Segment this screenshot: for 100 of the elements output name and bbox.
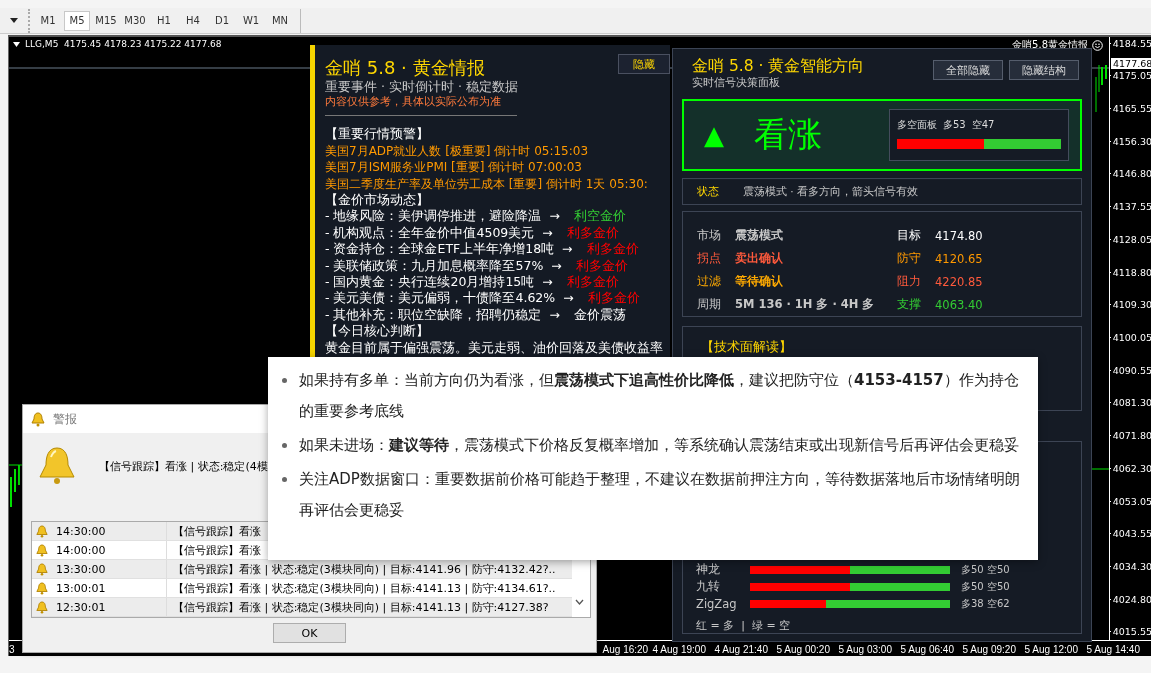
indicator-reading: 多50 空50	[961, 562, 1010, 577]
timeframe-button[interactable]: H1	[151, 10, 177, 31]
smiley-icon	[1092, 39, 1103, 51]
judgement-text: 黄金目前属于偏强震荡。美元走弱、油价回落及美债收益率	[325, 339, 664, 357]
impact-text: 金价震荡	[573, 306, 626, 324]
event-countdown: 美国7月ISM服务业PMI [重要] 倒计时 07:00:03	[325, 159, 583, 176]
panel-button[interactable]: 隐藏结构	[1009, 60, 1079, 80]
time-label: 5 Aug 12:00	[1024, 644, 1079, 655]
market-item: - 其他补充：职位空缺降，招聘仍稳定 →	[325, 306, 560, 324]
field-value: 卖出确认	[735, 251, 783, 266]
bell-icon	[36, 543, 48, 557]
level-label: 目标	[897, 228, 922, 243]
price-label: 4071.80	[1112, 430, 1151, 442]
alert-text: 【信号跟踪】看涨 | 状态:稳定(3模块同向) | 目标:4141.13 | 防守:4134.61?..	[172, 580, 556, 596]
advice-text: 如果未进场：建议等待，震荡模式下价格反复概率增加，等系统确认震荡结束或出现新信号后再评估会更稳妥	[299, 435, 1020, 456]
bell-icon	[36, 524, 48, 538]
bullet-icon	[282, 443, 287, 448]
alert-time: 13:00:01	[56, 581, 106, 595]
chart-symbol-header: LLG,M5 4175.45 4178.23 4175.22 4177.68	[25, 39, 222, 49]
alert-row[interactable]: 13:30:00 【信号跟踪】看涨 | 状态:稳定(3模块同向) | 目标:4141.96 | 防守:4132.42?..	[32, 560, 572, 579]
panel-subtitle: 实时信号决策面板	[692, 76, 781, 90]
level-label: 支撑	[897, 297, 922, 312]
impact-text: 利多金价	[566, 274, 619, 291]
impact-text: 利多金价	[586, 241, 639, 258]
alert-time: 12:30:01	[56, 600, 106, 614]
level-label: 防守	[897, 251, 922, 266]
signal-arrow: ▲	[704, 120, 725, 150]
bell-icon	[36, 600, 48, 614]
time-label: 5 Aug 14:40	[1086, 644, 1140, 655]
timeframe-button[interactable]: M15	[93, 10, 119, 31]
alert-message: 【信号跟踪】看涨 | 状态:稳定(4模	[99, 459, 268, 474]
alert-row[interactable]: 12:30:01 【信号跟踪】看涨 | 状态:稳定(3模块同向) | 目标:4141.13 | 防守:4127.38?	[32, 598, 572, 617]
market-item: - 美元美债：美元偏弱，十债降至4.62% →	[325, 290, 574, 307]
time-label: 5 Aug 03:00	[838, 644, 893, 655]
alert-time: 14:00:00	[56, 543, 106, 557]
timeframe-button[interactable]: W1	[238, 10, 264, 31]
ok-button[interactable]: OK	[273, 623, 346, 643]
market-item: - 资金持仓：全球金ETF上半年净增18吨 →	[325, 241, 573, 258]
timeframe-button[interactable]: M1	[35, 10, 61, 31]
indicator-name: 九转	[696, 579, 721, 594]
bell-icon	[31, 411, 45, 427]
market-item: - 美联储政策：九月加息概率降至57% →	[325, 257, 562, 275]
price-label: 4109.30	[1112, 299, 1151, 311]
panel-button[interactable]: 全部隐藏	[933, 60, 1003, 80]
field-value: 等待确认	[735, 274, 783, 289]
indicator-reading: 多38 空62	[961, 596, 1010, 611]
time-label: 4 Aug 19:00	[652, 644, 707, 655]
field-value: 5M 136 · 1H 多 · 4H 多	[735, 297, 875, 312]
status-label: 状态	[697, 184, 719, 199]
current-price-label: 4177.68	[1111, 58, 1151, 69]
event-countdown: 美国7月ADP就业人数 [极重要] 倒计时 05:15:03	[325, 142, 590, 160]
field-label: 市场	[697, 228, 722, 243]
section-heading: 【技术面解读】	[701, 339, 792, 354]
price-label: 4165.55	[1112, 102, 1151, 114]
timeframe-button[interactable]: H4	[180, 10, 206, 31]
hide-button[interactable]: 隐藏	[618, 54, 670, 74]
timeframe-button[interactable]: M30	[122, 10, 148, 31]
price-label: 4100.05	[1112, 331, 1151, 343]
impact-text: 利多金价	[575, 257, 628, 275]
price-label: 4118.80	[1112, 266, 1151, 278]
section-heading: 【金价市场动态】	[325, 192, 430, 209]
timeframe-button[interactable]: M5	[64, 10, 90, 31]
timeframe-button[interactable]: D1	[209, 10, 235, 31]
disclaimer-text: 内容仅供参考，具体以实际公布为准	[325, 95, 502, 109]
level-value: 4174.80	[935, 228, 983, 243]
price-label: 4062.30	[1112, 462, 1151, 474]
timeframe-button[interactable]: MN	[267, 10, 293, 31]
bell-icon	[36, 581, 48, 595]
time-label: 5 Aug 00:20	[776, 644, 831, 655]
long-share: 多53	[943, 118, 966, 132]
alert-time: 13:30:00	[56, 562, 106, 576]
bullet-icon	[282, 378, 287, 383]
panel-subtitle: 重要事件 · 实时倒计时 · 稳定数据	[325, 79, 519, 96]
price-label: 4034.30	[1112, 561, 1151, 572]
price-label: 4184.55	[1112, 37, 1151, 49]
alert-text: 【信号跟踪】看涨 | 状态:稳定(3模块同向) | 目标:4141.96 | 防守:4132.42?..	[172, 561, 556, 577]
alert-text: 【信号跟踪】看涨	[172, 542, 261, 558]
impact-text: 利多金价	[566, 224, 619, 242]
price-label: 4128.05	[1112, 233, 1151, 245]
indicator-name: ZigZag	[696, 596, 738, 611]
level-label: 阻力	[897, 274, 922, 289]
event-countdown: 美国二季度生产率及单位劳工成本 [重要] 倒计时 1天 05:30:	[325, 175, 649, 193]
signal-label: 看涨	[754, 113, 823, 156]
time-label: 5 Aug 06:40	[900, 644, 955, 655]
field-label: 过滤	[697, 274, 722, 289]
level-value: 4220.85	[935, 274, 983, 289]
alert-text: 【信号跟踪】看涨 | 状态:稳定(3模块同向) | 目标:4141.13 | 防守:4127.38?	[172, 599, 549, 615]
level-value: 4120.65	[935, 251, 983, 266]
field-label: 拐点	[697, 251, 722, 266]
market-item: - 国内黄金：央行连续20月增持15吨 →	[325, 274, 553, 291]
level-value: 4063.40	[935, 297, 983, 312]
dropdown-icon[interactable]	[13, 41, 20, 47]
price-label: 4081.30	[1112, 397, 1151, 409]
bell-icon	[37, 445, 77, 485]
status-text: 震荡模式 · 看多方向，箭头信号有效	[743, 184, 918, 199]
price-label: 4156.30	[1112, 135, 1151, 147]
advice-text: 如果持有多单：当前方向仍为看涨，但震荡模式下追高性价比降低，建议把防守位（4153-4157）作为持仓的重要参考底线	[299, 370, 1020, 422]
dropdown-icon[interactable]	[10, 18, 18, 23]
price-label: 4015.55	[1112, 626, 1151, 638]
scroll-down-icon[interactable]	[575, 599, 584, 605]
